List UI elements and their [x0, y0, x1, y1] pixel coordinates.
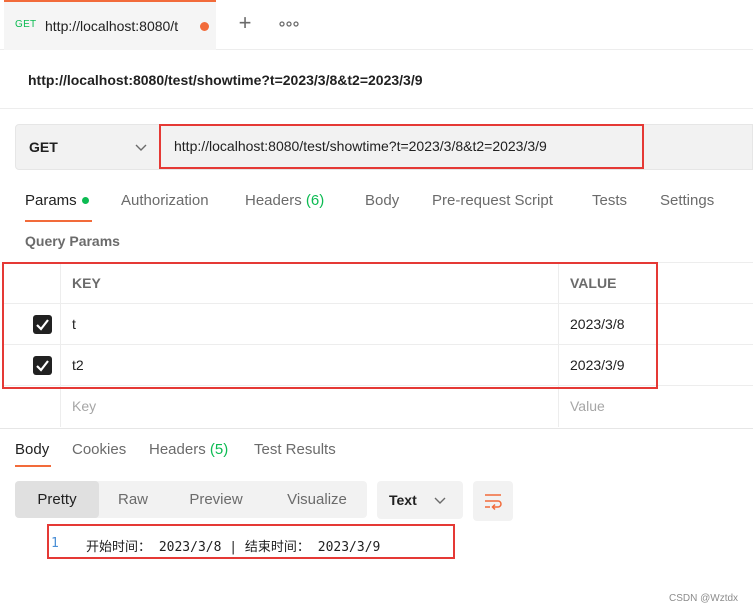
- tab-title: http://localhost:8080/t: [45, 18, 179, 34]
- preview-button[interactable]: Preview: [175, 481, 257, 518]
- table-row-placeholder: Key Value: [4, 385, 753, 427]
- tab-bar: GET http://localhost:8080/t +: [0, 0, 753, 50]
- tab-headers[interactable]: Headers (6): [245, 192, 324, 209]
- tab-method-label: GET: [15, 19, 37, 30]
- tab-body[interactable]: Body: [365, 192, 399, 209]
- tab-response-headers-label: Headers: [149, 441, 206, 458]
- headers-count: (6): [305, 192, 325, 209]
- tab-response-headers[interactable]: Headers (5): [149, 441, 228, 458]
- divider: [0, 428, 753, 429]
- divider: [0, 108, 753, 109]
- highlight-box-response: [47, 524, 455, 559]
- tab-params[interactable]: Params: [25, 192, 89, 209]
- tab-tests[interactable]: Tests: [592, 192, 627, 209]
- wrap-lines-button[interactable]: [473, 481, 513, 521]
- unsaved-dot-icon: [200, 22, 209, 31]
- query-params-title: Query Params: [25, 233, 120, 249]
- method-select[interactable]: GET: [16, 125, 161, 169]
- check-cell: [4, 386, 61, 427]
- tab-prerequest-script[interactable]: Pre-request Script: [432, 192, 553, 209]
- key-input[interactable]: Key: [61, 386, 559, 427]
- active-tab-underline: [15, 465, 51, 467]
- tab-test-results[interactable]: Test Results: [254, 441, 336, 458]
- visualize-button[interactable]: Visualize: [273, 481, 361, 518]
- chevron-down-icon: [434, 497, 446, 504]
- format-select[interactable]: Text: [377, 481, 463, 519]
- pretty-button[interactable]: Pretty: [15, 481, 99, 518]
- value-input[interactable]: Value: [559, 386, 753, 427]
- highlight-box-params: [2, 262, 658, 389]
- method-label: GET: [29, 139, 58, 155]
- key-placeholder: Key: [72, 398, 97, 414]
- add-tab-icon[interactable]: +: [234, 12, 256, 34]
- request-tab[interactable]: GET http://localhost:8080/t: [4, 0, 216, 50]
- view-mode-group: Pretty Raw Preview Visualize: [15, 481, 367, 518]
- active-dot-icon: [81, 196, 89, 204]
- wrap-lines-icon: [485, 494, 502, 511]
- active-tab-underline: [25, 220, 92, 222]
- highlight-box-url: [159, 124, 644, 169]
- more-tabs-icon[interactable]: [279, 12, 303, 36]
- request-name[interactable]: http://localhost:8080/test/showtime?t=20…: [28, 72, 423, 88]
- tab-authorization[interactable]: Authorization: [121, 192, 209, 209]
- chevron-down-icon: [135, 144, 147, 151]
- watermark: CSDN @Wztdx: [669, 593, 739, 604]
- tab-response-cookies[interactable]: Cookies: [72, 441, 126, 458]
- tab-headers-label: Headers: [245, 192, 302, 209]
- tab-params-label: Params: [25, 192, 77, 209]
- tab-response-body[interactable]: Body: [15, 441, 49, 458]
- format-label: Text: [389, 492, 417, 508]
- tab-settings[interactable]: Settings: [660, 192, 714, 209]
- response-headers-count: (5): [209, 441, 229, 458]
- raw-button[interactable]: Raw: [102, 481, 164, 518]
- value-placeholder: Value: [570, 398, 605, 414]
